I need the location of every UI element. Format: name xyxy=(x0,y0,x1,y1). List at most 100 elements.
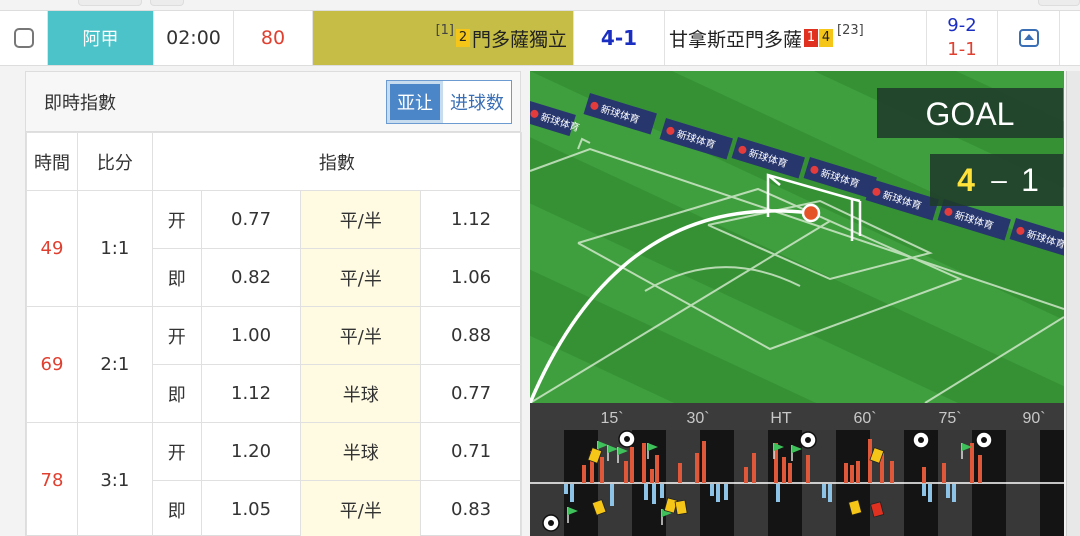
odds-handicap-line: 平/半 xyxy=(300,190,422,249)
home-attack-bar xyxy=(650,469,654,483)
away-yellow-card-count: 4 xyxy=(819,29,834,47)
away-attack-bar xyxy=(946,484,950,498)
top-tab-strip xyxy=(0,0,1080,10)
match-select-checkbox[interactable] xyxy=(13,28,34,48)
odds-away-price: 1.06 xyxy=(420,248,522,307)
home-attack-bar xyxy=(642,443,646,483)
match-row[interactable]: 阿甲 02:00 80 [1] 2 門多薩獨立 4-1 甘拿斯亞門多薩 1 4 … xyxy=(0,10,1080,66)
away-attack-bar xyxy=(828,484,832,502)
right-scroll-strip[interactable] xyxy=(1066,71,1080,536)
home-attack-bar xyxy=(752,453,756,483)
away-attack-bar xyxy=(716,484,720,502)
away-attack-bar xyxy=(776,484,780,502)
col-header-odds: 指數 xyxy=(151,132,523,191)
match-score[interactable]: 4-1 xyxy=(574,11,665,65)
league-name[interactable]: 阿甲 xyxy=(48,11,154,65)
half-time-score: 1-1 xyxy=(947,39,977,60)
away-attack-bar xyxy=(570,484,574,502)
goal-ball-icon xyxy=(542,514,560,532)
goal-ball-icon xyxy=(799,431,817,449)
home-attack-bar xyxy=(890,461,894,483)
match-live-page: 阿甲 02:00 80 [1] 2 門多薩獨立 4-1 甘拿斯亞門多薩 1 4 … xyxy=(0,0,1080,536)
home-rank: [1] xyxy=(435,22,454,38)
top-tab[interactable] xyxy=(150,0,184,6)
odds-home-price: 1.00 xyxy=(200,306,302,365)
home-attack-bar xyxy=(582,465,586,483)
home-attack-bar xyxy=(806,455,810,483)
home-attack-bar xyxy=(844,463,848,483)
home-attack-bar xyxy=(868,439,872,483)
odds-row: 49 1:1 开 0.77 平/半 1.12 xyxy=(26,190,522,307)
live-home-goals: 4 xyxy=(957,162,975,198)
total-goals-tab[interactable]: 进球数 xyxy=(443,80,511,123)
odds-score: 3:1 xyxy=(76,422,153,536)
home-attack-bar xyxy=(978,455,982,483)
event-timeline: 15` 30` HT 60` 75` 90` xyxy=(530,403,1064,536)
home-attack-bar xyxy=(922,467,926,483)
match-checkbox-cell xyxy=(0,11,48,65)
odds-type-label: 即 xyxy=(151,480,202,536)
home-team-cell[interactable]: [1] 2 門多薩獨立 xyxy=(313,11,574,65)
away-attack-bar xyxy=(724,484,728,500)
odds-table: 時間 比分 指數 49 1:1 开 0.77 平/半 1.12 即 0.82 平/半 1.06 69… xyxy=(26,132,523,536)
away-attack-bar xyxy=(660,484,664,498)
timeline-tick-label: HT xyxy=(770,410,792,427)
odds-type-label: 开 xyxy=(151,190,202,249)
away-attack-bar xyxy=(928,484,932,502)
yellow-card-icon xyxy=(674,499,688,516)
corners-halftime-cell: 9-2 1-1 xyxy=(927,11,998,65)
row-spacer xyxy=(1060,11,1080,65)
corner-count: 9-2 xyxy=(947,15,977,36)
home-attack-bar xyxy=(970,443,974,483)
odds-handicap-line: 半球 xyxy=(300,422,422,481)
odds-header-row: 時間 比分 指數 xyxy=(26,132,523,191)
away-attack-bar xyxy=(922,484,926,496)
away-attack-bar xyxy=(564,484,568,494)
odds-score: 2:1 xyxy=(76,306,153,423)
away-team-name: 甘拿斯亞門多薩 xyxy=(669,28,803,51)
home-attack-bar xyxy=(678,463,682,483)
collapse-up-icon[interactable] xyxy=(1018,29,1039,47)
away-team-cell[interactable]: 甘拿斯亞門多薩 1 4 [23] xyxy=(665,11,927,65)
away-rank: [23] xyxy=(837,22,864,38)
odds-home-price: 0.82 xyxy=(200,248,302,307)
odds-home-price: 0.77 xyxy=(200,190,302,249)
home-attack-bar xyxy=(624,461,628,483)
top-tab[interactable] xyxy=(78,0,142,6)
odds-away-price: 0.88 xyxy=(420,306,522,365)
timeline-tick-label: 60` xyxy=(853,410,876,427)
kickoff-time: 02:00 xyxy=(154,11,234,65)
odds-handicap-line: 平/半 xyxy=(300,306,422,365)
goal-ball-icon xyxy=(975,431,993,449)
home-attack-bar xyxy=(788,463,792,483)
home-attack-bar xyxy=(744,467,748,483)
timeline-tick-label: 15` xyxy=(600,410,623,427)
away-attack-bar xyxy=(652,484,656,504)
odds-away-price: 1.12 xyxy=(420,190,522,249)
col-header-time: 時間 xyxy=(26,132,78,191)
odds-type-label: 即 xyxy=(151,248,202,307)
live-pitch-view: 新球体育 新球体育 新球体育 新球体育 新球体育 新球体育 新球体育 新球体育 GOAL 4 … xyxy=(530,71,1064,403)
odds-type-label: 即 xyxy=(151,364,202,423)
home-attack-bar xyxy=(702,441,706,483)
odds-panel: 即時指數 亚让 进球数 時間 比分 指數 49 1:1 开 0.77 平/半 1.12 即 0… xyxy=(25,71,523,536)
odds-away-price: 0.71 xyxy=(420,422,522,481)
top-tab[interactable] xyxy=(1038,0,1080,6)
odds-minute: 69 xyxy=(26,306,78,423)
odds-home-price: 1.05 xyxy=(200,480,302,536)
odds-type-toggle: 亚让 进球数 xyxy=(386,79,512,124)
ball-icon xyxy=(801,203,821,223)
odds-panel-header: 即時指數 亚让 进球数 xyxy=(26,72,520,132)
score-separator: – xyxy=(991,164,1007,195)
handicap-tab[interactable]: 亚让 xyxy=(387,80,443,123)
odds-away-price: 0.83 xyxy=(420,480,522,536)
live-away-goals: 1 xyxy=(1021,162,1039,198)
collapse-cell xyxy=(998,11,1060,65)
odds-score: 1:1 xyxy=(76,190,153,307)
odds-type-label: 开 xyxy=(151,306,202,365)
odds-minute: 49 xyxy=(26,190,78,307)
home-attack-bar xyxy=(856,461,860,483)
goal-event-text: GOAL xyxy=(926,96,1015,132)
home-team-name: 門多薩獨立 xyxy=(471,28,567,51)
home-attack-bar xyxy=(630,447,634,483)
